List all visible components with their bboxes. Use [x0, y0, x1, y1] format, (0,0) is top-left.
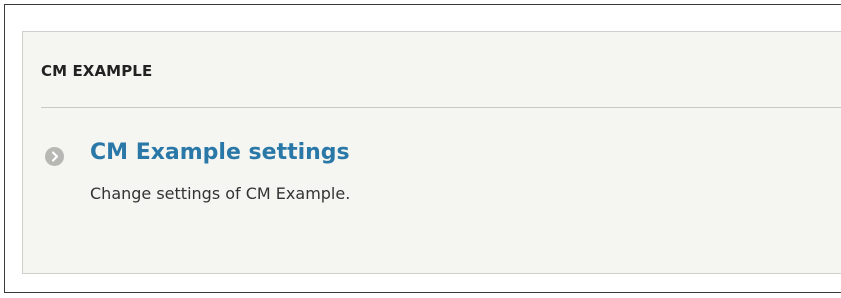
cm-example-settings-link[interactable]: CM Example settings [90, 140, 350, 165]
chevron-right-circle-icon [45, 147, 64, 166]
item-description: Change settings of CM Example. [90, 184, 351, 203]
panel-title: CM EXAMPLE [41, 62, 153, 80]
admin-block-panel: CM EXAMPLE CM Example settings Change se… [22, 31, 841, 274]
panel-divider [41, 107, 841, 108]
